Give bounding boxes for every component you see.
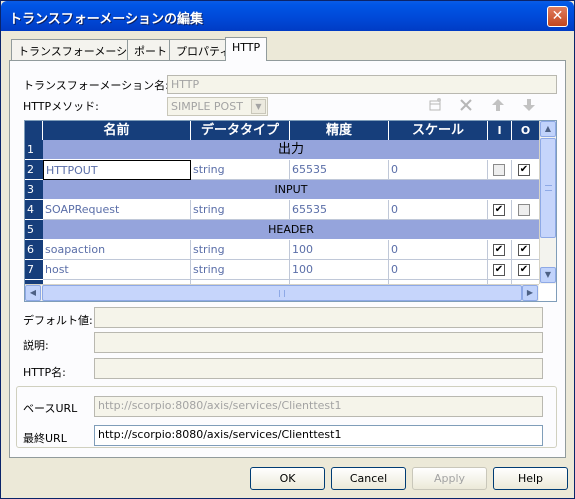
row-number: 2: [25, 160, 43, 180]
header-corner: [25, 121, 43, 140]
output-cell: ✔: [512, 160, 539, 180]
edit-transformation-dialog: トランスフォーメーションの編集 ✕ トランスフォーメーション ポート プロパティ…: [0, 0, 575, 499]
description-label: 説明:: [23, 339, 49, 352]
output-checkbox[interactable]: ✔: [518, 264, 530, 276]
move-up-icon[interactable]: [490, 97, 506, 113]
close-button[interactable]: ✕: [547, 6, 568, 27]
scroll-up-icon[interactable]: ▲: [540, 121, 556, 137]
column-header-name[interactable]: 名前: [43, 121, 191, 140]
http-method-value: SIMPLE POST: [171, 100, 243, 113]
datatype-cell[interactable]: string: [191, 260, 290, 280]
input-checkbox[interactable]: ✔: [493, 204, 505, 216]
base-url-field[interactable]: http://scorpio:8080/axis/services/Client…: [94, 396, 543, 417]
output-cell: [512, 200, 539, 220]
http-method-label: HTTPメソッド:: [23, 100, 99, 113]
ok-button[interactable]: OK: [250, 467, 325, 490]
ports-grid[interactable]: 名前 データタイプ 精度 スケール I O 1 出力 2 HTTPOUT str…: [24, 120, 557, 302]
input-cell: [488, 160, 512, 180]
column-header-datatype[interactable]: データタイプ: [191, 121, 290, 140]
column-header-precision[interactable]: 精度: [290, 121, 389, 140]
final-url-label: 最終URL: [23, 432, 67, 445]
group-label: HEADER: [43, 220, 539, 240]
input-checkbox[interactable]: ✔: [493, 244, 505, 256]
table-row[interactable]: 1 出力: [25, 140, 539, 160]
datatype-cell[interactable]: string: [191, 160, 290, 180]
table-row[interactable]: 6 soapaction string 100 0 ✔ ✔: [25, 240, 539, 260]
transformation-name-field[interactable]: HTTP: [167, 75, 557, 94]
port-name-cell[interactable]: SOAPRequest: [43, 200, 191, 220]
scroll-down-icon[interactable]: ▼: [540, 267, 556, 283]
chevron-down-icon: ▼: [251, 99, 266, 114]
new-port-icon[interactable]: [427, 97, 443, 113]
title-bar[interactable]: トランスフォーメーションの編集 ✕: [1, 1, 574, 31]
tab-ports[interactable]: ポート: [127, 39, 174, 60]
row-number: 6: [25, 240, 43, 260]
http-method-select[interactable]: SIMPLE POST ▼: [167, 97, 268, 116]
row-number: 1: [25, 140, 43, 160]
port-name-cell[interactable]: soapaction: [43, 240, 191, 260]
port-name-cell[interactable]: HTTPOUT: [43, 160, 191, 180]
precision-cell[interactable]: 100: [290, 260, 389, 280]
help-button[interactable]: Help: [493, 467, 568, 490]
table-row[interactable]: 3 INPUT: [25, 180, 539, 200]
row-number: 5: [25, 220, 43, 240]
output-cell: ✔: [512, 260, 539, 280]
column-header-output[interactable]: O: [512, 121, 539, 140]
http-name-label: HTTP名:: [23, 366, 66, 379]
vertical-scrollbar[interactable]: ▲ ▼: [539, 121, 556, 284]
row-number: 3: [25, 180, 43, 200]
precision-cell[interactable]: 100: [290, 240, 389, 260]
default-value-label: デフォルト値:: [23, 314, 93, 327]
input-checkbox[interactable]: ✔: [493, 264, 505, 276]
scroll-left-icon[interactable]: ◀: [25, 285, 41, 301]
grid-header: 名前 データタイプ 精度 スケール I O: [25, 121, 539, 140]
column-header-scale[interactable]: スケール: [389, 121, 488, 140]
transformation-name-label: トランスフォーメーション名:: [23, 79, 169, 92]
output-checkbox[interactable]: ✔: [518, 244, 530, 256]
default-value-field[interactable]: [94, 307, 543, 328]
port-name-cell[interactable]: host: [43, 260, 191, 280]
output-checkbox[interactable]: [518, 204, 530, 216]
horizontal-scrollbar[interactable]: ◀ ▶: [25, 284, 539, 301]
horizontal-scroll-thumb[interactable]: [42, 285, 522, 301]
precision-cell[interactable]: 65535: [290, 160, 389, 180]
output-checkbox[interactable]: ✔: [518, 164, 530, 176]
input-cell: ✔: [488, 200, 512, 220]
apply-button[interactable]: Apply: [412, 467, 487, 490]
vertical-scroll-thumb[interactable]: [540, 138, 556, 238]
group-label: 出力: [43, 140, 539, 160]
tab-http[interactable]: HTTP: [225, 37, 268, 61]
precision-cell[interactable]: 65535: [290, 200, 389, 220]
base-url-label: ベースURL: [23, 402, 78, 415]
row-number: 7: [25, 260, 43, 280]
input-cell: ✔: [488, 240, 512, 260]
table-row[interactable]: 4 SOAPRequest string 65535 0 ✔: [25, 200, 539, 220]
column-header-input[interactable]: I: [488, 121, 512, 140]
input-checkbox[interactable]: [493, 164, 505, 176]
output-cell: ✔: [512, 240, 539, 260]
final-url-field[interactable]: http://scorpio:8080/axis/services/Client…: [94, 425, 543, 446]
cancel-button[interactable]: Cancel: [331, 467, 406, 490]
datatype-cell[interactable]: string: [191, 240, 290, 260]
scale-cell[interactable]: 0: [389, 200, 488, 220]
description-field[interactable]: [94, 332, 543, 353]
input-cell: ✔: [488, 260, 512, 280]
table-row[interactable]: 2 HTTPOUT string 65535 0 ✔: [25, 160, 539, 180]
group-label: INPUT: [43, 180, 539, 200]
move-down-icon[interactable]: [521, 97, 537, 113]
window-title: トランスフォーメーションの編集: [9, 12, 203, 27]
scale-cell[interactable]: 0: [389, 260, 488, 280]
scroll-right-icon[interactable]: ▶: [522, 285, 538, 301]
delete-icon[interactable]: [458, 97, 474, 113]
scale-cell[interactable]: 0: [389, 240, 488, 260]
http-name-field[interactable]: [94, 358, 543, 379]
table-row[interactable]: 7 host string 100 0 ✔ ✔: [25, 260, 539, 280]
datatype-cell[interactable]: string: [191, 200, 290, 220]
row-number: 4: [25, 200, 43, 220]
scale-cell[interactable]: 0: [389, 160, 488, 180]
table-row[interactable]: 5 HEADER: [25, 220, 539, 240]
